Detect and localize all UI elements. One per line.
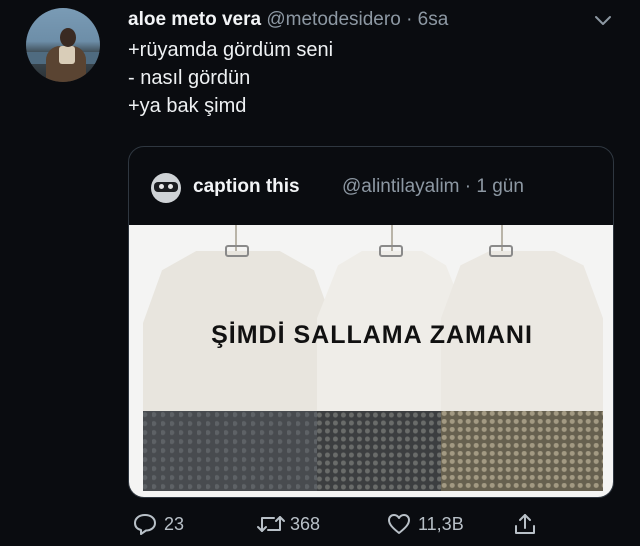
tea-bag-staple	[225, 245, 249, 257]
tea-bag-leaves	[143, 411, 333, 491]
tea-bag-leaves	[441, 411, 603, 491]
retweet-button[interactable]: 368	[256, 508, 336, 540]
quoted-author-handle[interactable]: @alintilayalim	[342, 176, 460, 197]
tweet-text: +rüyamda gördüm seni - nasıl gördün +ya …	[128, 36, 333, 120]
like-button[interactable]: 11,3B	[386, 508, 476, 540]
avatar-collar	[59, 46, 75, 64]
avatar-head	[60, 28, 76, 47]
tweet-line: +ya bak şimd	[128, 95, 247, 117]
tweet-actions: 23 368 11,3B	[128, 508, 614, 540]
reply-icon	[134, 514, 156, 535]
quoted-image[interactable]: ŞİMDİ SALLAMA ZAMANI	[129, 225, 613, 497]
reply-button[interactable]: 23	[132, 508, 192, 540]
tea-bag-staple	[489, 245, 513, 257]
avatar-eye	[168, 184, 173, 189]
share-button[interactable]	[512, 508, 542, 540]
quoted-tweet[interactable]: caption this @alintilayalim · 1 gün ŞİMD…	[128, 146, 614, 498]
heart-icon	[388, 514, 410, 534]
quoted-timestamp[interactable]: 1 gün	[476, 176, 524, 197]
share-icon	[515, 514, 535, 534]
quoted-author-name[interactable]: caption this	[193, 173, 300, 201]
chevron-down-icon[interactable]	[592, 12, 614, 28]
image-caption: ŞİMDİ SALLAMA ZAMANI	[211, 321, 533, 349]
tweet-line: +rüyamda gördüm seni	[128, 39, 334, 61]
like-count: 11,3B	[418, 514, 464, 534]
avatar-eye	[159, 184, 164, 189]
tea-bag	[441, 225, 603, 491]
tweet-timestamp[interactable]: 6sa	[418, 9, 449, 30]
tweet-line: - nasıl gördün	[128, 67, 251, 89]
quoted-meta: @alintilayalim · 1 gün	[342, 173, 524, 201]
retweet-icon	[257, 516, 285, 532]
retweet-count: 368	[290, 514, 321, 534]
reply-count: 23	[164, 514, 185, 534]
separator-dot: ·	[464, 176, 472, 197]
author-name[interactable]: aloe meto vera	[128, 9, 261, 30]
author-avatar[interactable]	[26, 8, 100, 82]
separator-dot: ·	[406, 9, 413, 30]
tweet-header: aloe meto vera @metodesidero · 6sa	[128, 8, 448, 32]
tea-bag-staple	[379, 245, 403, 257]
quoted-author-avatar[interactable]	[151, 173, 181, 203]
tea-bag	[143, 225, 333, 491]
avatar-mask	[154, 182, 178, 192]
author-handle[interactable]: @metodesidero	[266, 9, 400, 30]
